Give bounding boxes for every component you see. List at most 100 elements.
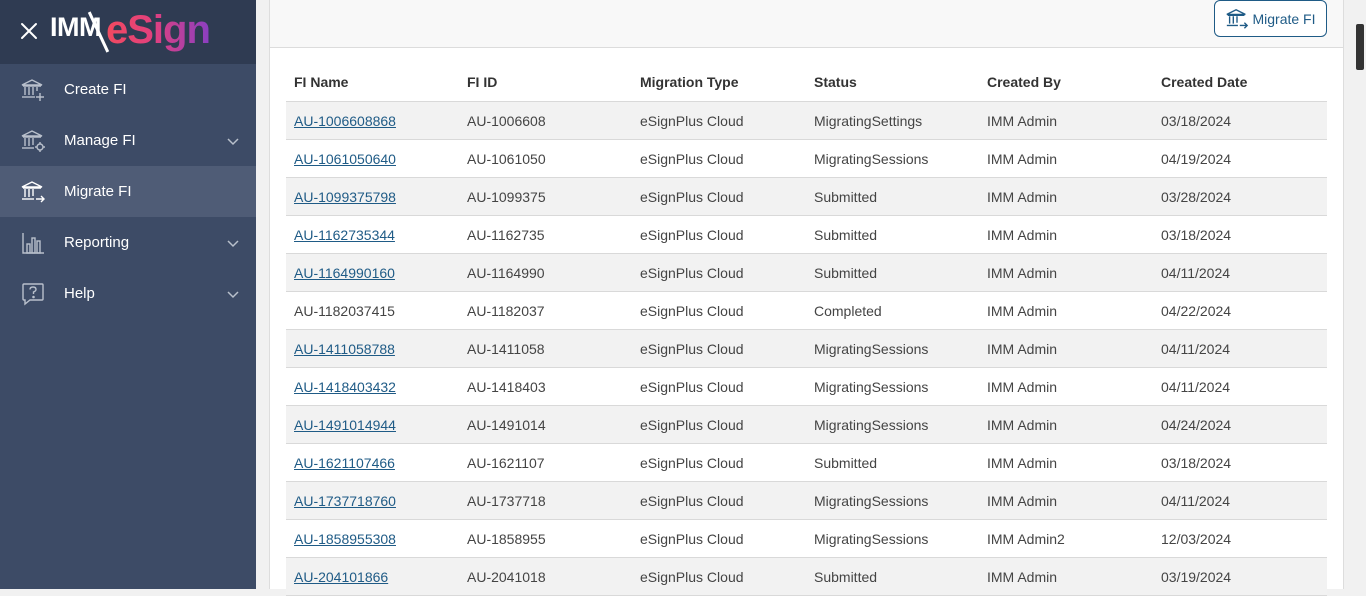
sidebar-item-label: Create FI <box>64 81 127 98</box>
chevron-down-icon <box>227 291 239 299</box>
cell-fi-name: AU-1411058788 <box>286 329 459 368</box>
fi-name-link[interactable]: AU-1411058788 <box>294 341 395 357</box>
cell-fi-name: AU-1006608868 <box>286 101 459 140</box>
column-header-migration-type[interactable]: Migration Type <box>632 63 806 102</box>
fi-name-link[interactable]: AU-1737718760 <box>294 493 396 509</box>
cell-created-date: 03/18/2024 <box>1153 443 1327 482</box>
cell-status: Submitted <box>806 177 979 216</box>
cell-migration-type: eSignPlus Cloud <box>632 481 806 520</box>
fi-name-link[interactable]: AU-1418403432 <box>294 379 396 395</box>
fi-name-link[interactable]: AU-1164990160 <box>294 265 395 281</box>
cell-fi-name: AU-1737718760 <box>286 481 459 520</box>
sidebar-item-label: Manage FI <box>64 132 136 149</box>
close-icon[interactable] <box>18 20 40 42</box>
chevron-down-icon <box>227 240 239 248</box>
cell-created-by: IMM Admin <box>979 557 1153 596</box>
table-row: AU-1858955308 AU-1858955 eSignPlus Cloud Mi… <box>286 519 1327 558</box>
cell-created-date: 04/19/2024 <box>1153 139 1327 178</box>
cell-created-by: IMM Admin <box>979 177 1153 216</box>
cell-migration-type: eSignPlus Cloud <box>632 443 806 482</box>
migrate-fi-button[interactable]: Migrate FI <box>1214 0 1327 37</box>
cell-fi-id: AU-1737718 <box>459 481 632 520</box>
scrollbar[interactable] <box>1352 0 1366 589</box>
table-row: AU-1164990160 AU-1164990 eSignPlus Cloud Su… <box>286 253 1327 292</box>
cell-fi-id: AU-2041018 <box>459 557 632 596</box>
cell-migration-type: eSignPlus Cloud <box>632 329 806 368</box>
column-header-created-date[interactable]: Created Date <box>1153 63 1327 102</box>
cell-migration-type: eSignPlus Cloud <box>632 519 806 558</box>
table-row: AU-1061050640 AU-1061050 eSignPlus Cloud Mi… <box>286 139 1327 178</box>
cell-created-by: IMM Admin <box>979 139 1153 178</box>
cell-created-by: IMM Admin <box>979 215 1153 254</box>
cell-created-date: 03/18/2024 <box>1153 215 1327 254</box>
sidebar-item-label: Help <box>64 285 95 302</box>
table-row: AU-1099375798 AU-1099375 eSignPlus Cloud Su… <box>286 177 1327 216</box>
sidebar-item-label: Reporting <box>64 234 130 251</box>
cell-created-by: IMM Admin <box>979 443 1153 482</box>
fi-name-link[interactable]: AU-1006608868 <box>294 113 396 129</box>
cell-fi-id: AU-1411058 <box>459 329 632 368</box>
fi-name-link[interactable]: AU-204101866 <box>294 569 388 585</box>
fi-name-link[interactable]: AU-1099375798 <box>294 189 396 205</box>
cell-migration-type: eSignPlus Cloud <box>632 557 806 596</box>
cell-created-date: 04/22/2024 <box>1153 291 1327 330</box>
cell-migration-type: eSignPlus Cloud <box>632 177 806 216</box>
cell-fi-id: AU-1162735 <box>459 215 632 254</box>
fi-name-link[interactable]: AU-1491014944 <box>294 417 396 433</box>
fi-name-link[interactable]: AU-1858955308 <box>294 531 396 547</box>
cell-fi-name: AU-204101866 <box>286 557 459 596</box>
cell-created-date: 04/11/2024 <box>1153 253 1327 292</box>
table-row: AU-1418403432 AU-1418403 eSignPlus Cloud Mi… <box>286 367 1327 406</box>
cell-created-date: 04/24/2024 <box>1153 405 1327 444</box>
column-header-created-by[interactable]: Created By <box>979 63 1153 102</box>
cell-fi-name: AU-1162735344 <box>286 215 459 254</box>
cell-status: Submitted <box>806 443 979 482</box>
table-row: AU-1182037415 AU-1182037 eSignPlus Cloud Co… <box>286 291 1327 330</box>
column-header-fi-id[interactable]: FI ID <box>459 63 632 102</box>
fi-name-link[interactable]: AU-1162735344 <box>294 227 395 243</box>
cell-fi-id: AU-1418403 <box>459 367 632 406</box>
cell-created-by: IMM Admin <box>979 253 1153 292</box>
column-header-fi-name[interactable]: FI Name <box>286 63 459 102</box>
cell-status: MigratingSessions <box>806 481 979 520</box>
cell-status: MigratingSessions <box>806 367 979 406</box>
toolbar: Migrate FI <box>270 0 1343 48</box>
cell-fi-name: AU-1418403432 <box>286 367 459 406</box>
cell-fi-name: AU-1858955308 <box>286 519 459 558</box>
sidebar-header: IMM eSign <box>0 0 256 64</box>
cell-status: Submitted <box>806 557 979 596</box>
cell-fi-name: AU-1491014944 <box>286 405 459 444</box>
cell-migration-type: eSignPlus Cloud <box>632 215 806 254</box>
sidebar-item-manage-fi[interactable]: Manage FI <box>0 115 256 166</box>
cell-migration-type: eSignPlus Cloud <box>632 101 806 140</box>
sidebar-item-migrate-fi[interactable]: Migrate FI <box>0 166 256 217</box>
sidebar-item-create-fi[interactable]: Create FI <box>0 64 256 115</box>
column-header-status[interactable]: Status <box>806 63 979 102</box>
fi-name-link[interactable]: AU-1621107466 <box>294 455 395 471</box>
cell-migration-type: eSignPlus Cloud <box>632 253 806 292</box>
cell-fi-id: AU-1099375 <box>459 177 632 216</box>
cell-migration-type: eSignPlus Cloud <box>632 405 806 444</box>
logo: IMM eSign <box>50 8 211 53</box>
table-row: AU-1737718760 AU-1737718 eSignPlus Cloud Mi… <box>286 481 1327 520</box>
migrate-fi-button-label: Migrate FI <box>1252 10 1316 27</box>
table-row: AU-1162735344 AU-1162735 eSignPlus Cloud Su… <box>286 215 1327 254</box>
table-row: AU-1491014944 AU-1491014 eSignPlus Cloud Mi… <box>286 405 1327 444</box>
table-row: AU-204101866 AU-2041018 eSignPlus Cloud Sub… <box>286 557 1327 596</box>
cell-created-by: IMM Admin2 <box>979 519 1153 558</box>
sidebar-item-help[interactable]: Help <box>0 268 256 319</box>
bar-chart-icon <box>22 233 44 254</box>
help-bubble-icon <box>22 283 44 306</box>
cell-status: Submitted <box>806 253 979 292</box>
cell-status: MigratingSessions <box>806 405 979 444</box>
fi-name-link[interactable]: AU-1061050640 <box>294 151 396 167</box>
chevron-down-icon <box>227 138 239 146</box>
cell-status: MigratingSessions <box>806 139 979 178</box>
cell-status: MigratingSessions <box>806 329 979 368</box>
cell-created-date: 03/28/2024 <box>1153 177 1327 216</box>
cell-created-by: IMM Admin <box>979 405 1153 444</box>
cell-status: Completed <box>806 291 979 330</box>
sidebar-item-reporting[interactable]: Reporting <box>0 217 256 268</box>
bank-gear-icon <box>21 130 45 152</box>
scrollbar-thumb[interactable] <box>1356 24 1364 70</box>
